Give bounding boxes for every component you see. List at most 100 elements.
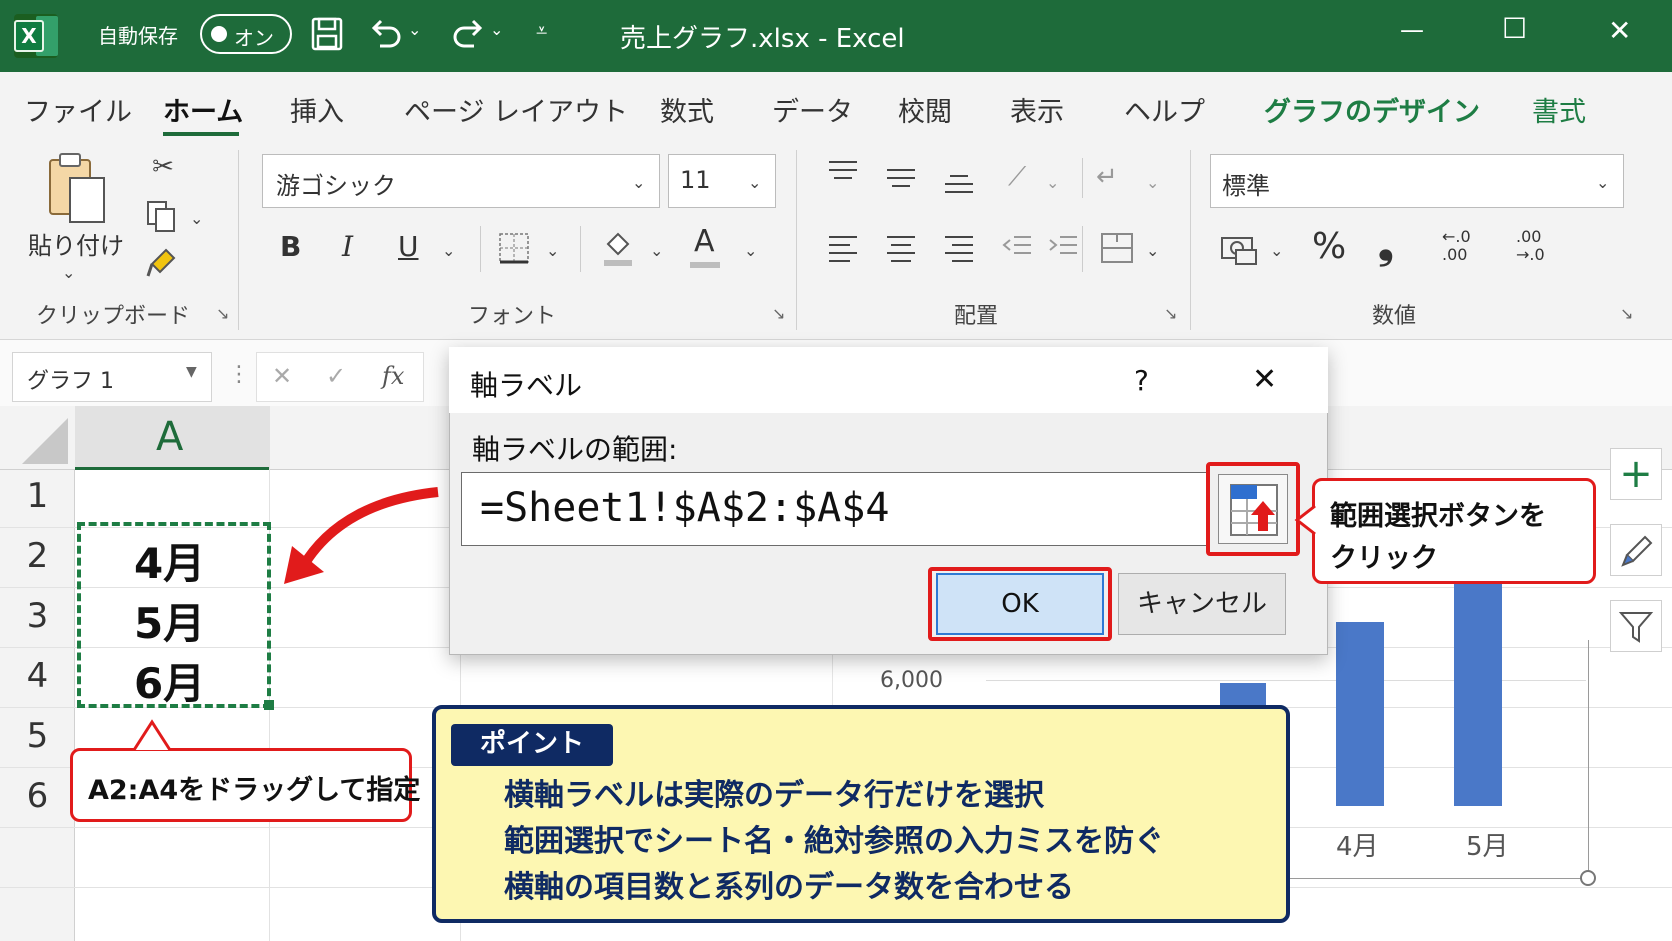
underline-dropdown-icon[interactable]: ⌄ (442, 234, 455, 268)
font-color-button[interactable]: A (694, 224, 715, 259)
merge-dropdown-icon[interactable]: ⌄ (1146, 234, 1159, 268)
fill-handle[interactable] (264, 700, 274, 710)
number-launcher-icon[interactable]: ↘ (1620, 304, 1633, 323)
paste-dropdown-icon[interactable]: ⌄ (62, 256, 75, 290)
number-format-select[interactable] (1210, 154, 1624, 208)
align-right-icon[interactable] (942, 232, 976, 266)
chart-bar-4gatsu[interactable] (1336, 622, 1384, 806)
tab-format[interactable]: 書式 (1532, 90, 1586, 129)
align-top-icon[interactable] (826, 158, 860, 192)
row-header-3[interactable]: 3 (0, 596, 75, 636)
maximize-icon[interactable]: ☐ (1502, 12, 1527, 45)
tab-chart-design[interactable]: グラフのデザイン (1264, 90, 1480, 129)
tab-review[interactable]: 校閲 (898, 90, 952, 129)
autosave-toggle[interactable]: オン (200, 14, 292, 54)
accounting-dropdown-icon[interactable]: ⌄ (1270, 234, 1283, 268)
tab-data[interactable]: データ (772, 90, 853, 129)
row-header-6[interactable]: 6 (0, 776, 75, 816)
select-all-corner[interactable] (22, 418, 68, 464)
brush-icon (1621, 535, 1653, 567)
row-header-1[interactable]: 1 (0, 476, 75, 516)
format-painter-icon[interactable] (146, 246, 178, 278)
align-center-icon[interactable] (884, 232, 918, 266)
redo-dropdown-icon[interactable]: ⌄ (490, 20, 503, 39)
wrap-text-dropdown-icon[interactable]: ⌄ (1146, 166, 1159, 200)
confirm-entry-icon[interactable]: ✓ (326, 362, 346, 390)
paste-icon[interactable] (44, 152, 110, 226)
font-name-dropdown-icon[interactable]: ⌄ (632, 166, 645, 200)
number-format-dropdown-icon[interactable]: ⌄ (1596, 166, 1609, 200)
copy-dropdown-icon[interactable]: ⌄ (190, 202, 203, 236)
cell-a2[interactable]: 4月 (134, 530, 205, 591)
chart-bar-partial[interactable] (1220, 683, 1266, 707)
chart-resize-handle[interactable] (1580, 870, 1596, 886)
redo-icon[interactable] (448, 14, 488, 54)
row-header-2[interactable]: 2 (0, 536, 75, 576)
clipboard-launcher-icon[interactable]: ↘ (216, 304, 229, 323)
increase-decimal-button[interactable]: ←.0.00 (1442, 228, 1471, 264)
wrap-text-icon[interactable]: ↵ (1096, 160, 1118, 194)
chart-elements-button[interactable]: + (1610, 448, 1662, 500)
row-header-4[interactable]: 4 (0, 656, 75, 696)
tab-help[interactable]: ヘルプ (1124, 90, 1205, 129)
borders-icon[interactable] (498, 232, 530, 264)
close-window-icon[interactable]: ✕ (1608, 14, 1631, 47)
tab-formulas[interactable]: 数式 (660, 90, 714, 129)
chart-y-tick-6000: 6,000 (880, 668, 943, 693)
fill-color-dropdown-icon[interactable]: ⌄ (650, 234, 663, 268)
borders-dropdown-icon[interactable]: ⌄ (546, 234, 559, 268)
italic-button[interactable]: I (342, 230, 353, 263)
minimize-icon[interactable]: — (1400, 16, 1424, 44)
paste-label[interactable]: 貼り付け (28, 226, 124, 261)
chart-bar-5gatsu[interactable] (1454, 584, 1502, 806)
point-line-3: 横軸の項目数と系列のデータ数を合わせる (504, 870, 1074, 905)
comma-style-button[interactable]: ❟ (1378, 222, 1394, 268)
cell-a3[interactable]: 5月 (134, 590, 205, 651)
tab-view[interactable]: 表示 (1010, 90, 1064, 129)
font-launcher-icon[interactable]: ↘ (772, 304, 785, 323)
chart-styles-button[interactable] (1610, 524, 1662, 576)
name-box[interactable]: グラフ 1 (12, 352, 212, 402)
name-box-dropdown-icon[interactable]: ▼ (186, 364, 197, 380)
align-left-icon[interactable] (826, 232, 860, 266)
orientation-dropdown-icon[interactable]: ⌄ (1046, 166, 1059, 200)
ok-button[interactable]: OK (936, 573, 1104, 635)
font-size-dropdown-icon[interactable]: ⌄ (748, 166, 761, 200)
copy-icon[interactable] (146, 200, 178, 234)
tab-file[interactable]: ファイル (24, 90, 132, 129)
cut-icon[interactable]: ✂ (146, 150, 180, 184)
undo-icon[interactable] (366, 14, 406, 54)
align-middle-icon[interactable] (884, 162, 918, 196)
customize-quick-access-icon[interactable]: ⩡ (536, 18, 547, 42)
dialog-help-button[interactable]: ? (1134, 364, 1149, 397)
decrease-indent-icon[interactable] (1000, 232, 1034, 266)
font-color-dropdown-icon[interactable]: ⌄ (744, 234, 757, 268)
bold-button[interactable]: B (280, 230, 301, 263)
cancel-entry-icon[interactable]: ✕ (272, 362, 292, 390)
decrease-decimal-button[interactable]: .00 →.0 (1516, 228, 1545, 264)
merge-center-icon[interactable] (1100, 232, 1134, 268)
range-select-button[interactable] (1218, 474, 1288, 544)
tab-page-layout[interactable]: ページ レイアウト (404, 90, 628, 129)
callout-pointer (1294, 504, 1316, 536)
fill-color-icon[interactable] (600, 228, 636, 268)
alignment-launcher-icon[interactable]: ↘ (1164, 304, 1177, 323)
tab-insert[interactable]: 挿入 (290, 90, 344, 129)
axis-label-range-input[interactable]: =Sheet1!$A$2:$A$4 (461, 472, 1209, 546)
row-header-5[interactable]: 5 (0, 716, 75, 756)
range-button-callout-line1: 範囲選択ボタンを (1330, 501, 1546, 532)
align-bottom-icon[interactable] (942, 166, 976, 200)
percent-style-button[interactable]: % (1312, 226, 1346, 267)
increase-indent-icon[interactable] (1046, 232, 1080, 266)
orientation-icon[interactable]: ⟋ (1008, 160, 1026, 194)
tab-home[interactable]: ホーム (163, 90, 243, 129)
accounting-format-icon[interactable] (1220, 232, 1258, 270)
cell-a4[interactable]: 6月 (134, 650, 205, 711)
chart-filters-button[interactable] (1610, 600, 1662, 652)
insert-function-button[interactable]: fx (382, 362, 404, 390)
undo-dropdown-icon[interactable]: ⌄ (408, 20, 421, 39)
dialog-close-button[interactable]: ✕ (1252, 362, 1277, 397)
save-icon[interactable] (310, 16, 344, 52)
underline-button[interactable]: U (398, 230, 419, 263)
cancel-button[interactable]: キャンセル (1118, 573, 1286, 635)
